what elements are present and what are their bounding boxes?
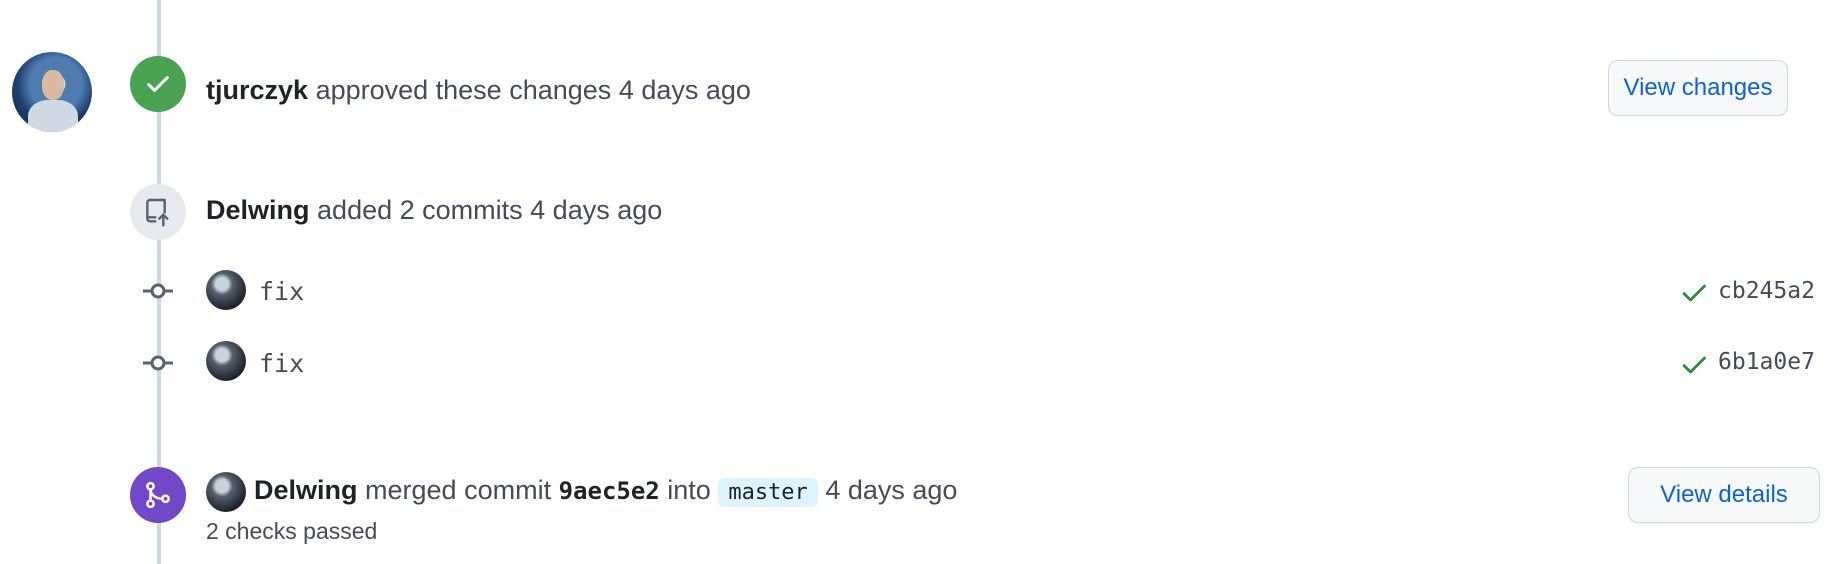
commit-sha[interactable]: 6b1a0e7 [1718,349,1815,375]
commit-message[interactable]: fix [259,349,304,378]
check-icon [147,76,169,92]
review-event: tjurczyk approved these changes 4 days a… [206,73,751,107]
pusher-name[interactable]: Delwing [206,195,310,225]
reviewer-avatar[interactable] [12,52,92,132]
repo-push-icon [146,198,169,227]
branch-badge[interactable]: master [718,478,818,507]
view-details-button[interactable]: View details [1628,467,1820,523]
commit-node-icon [141,346,175,380]
approved-badge [130,56,186,112]
view-changes-button[interactable]: View changes [1608,60,1788,116]
push-action: added 2 commits [317,195,523,225]
merge-time[interactable]: 4 days ago [825,475,957,505]
merge-commit-sha[interactable]: 9aec5e2 [559,477,660,505]
review-time[interactable]: 4 days ago [619,75,751,105]
merger-avatar[interactable] [206,472,246,512]
push-time[interactable]: 4 days ago [530,195,662,225]
commit-message[interactable]: fix [259,277,304,306]
reviewer-name[interactable]: tjurczyk [206,75,308,105]
commit-sha[interactable]: cb245a2 [1718,278,1815,304]
merged-badge [130,467,186,523]
git-merge-icon [146,481,170,509]
commit-author-avatar[interactable] [206,270,246,310]
checks-status[interactable]: 2 checks passed [206,518,377,545]
check-icon[interactable] [1680,279,1708,307]
merge-into: into [667,475,711,505]
check-icon[interactable] [1680,351,1708,379]
push-badge [130,184,186,240]
merge-event: Delwing merged commit 9aec5e2 into maste… [254,473,957,510]
commit-node-icon [141,274,175,308]
push-event: Delwing added 2 commits 4 days ago [206,193,662,227]
merge-action: merged commit [365,475,552,505]
commit-author-avatar[interactable] [206,341,246,381]
merger-name[interactable]: Delwing [254,475,358,505]
review-action: approved these changes [315,75,612,105]
